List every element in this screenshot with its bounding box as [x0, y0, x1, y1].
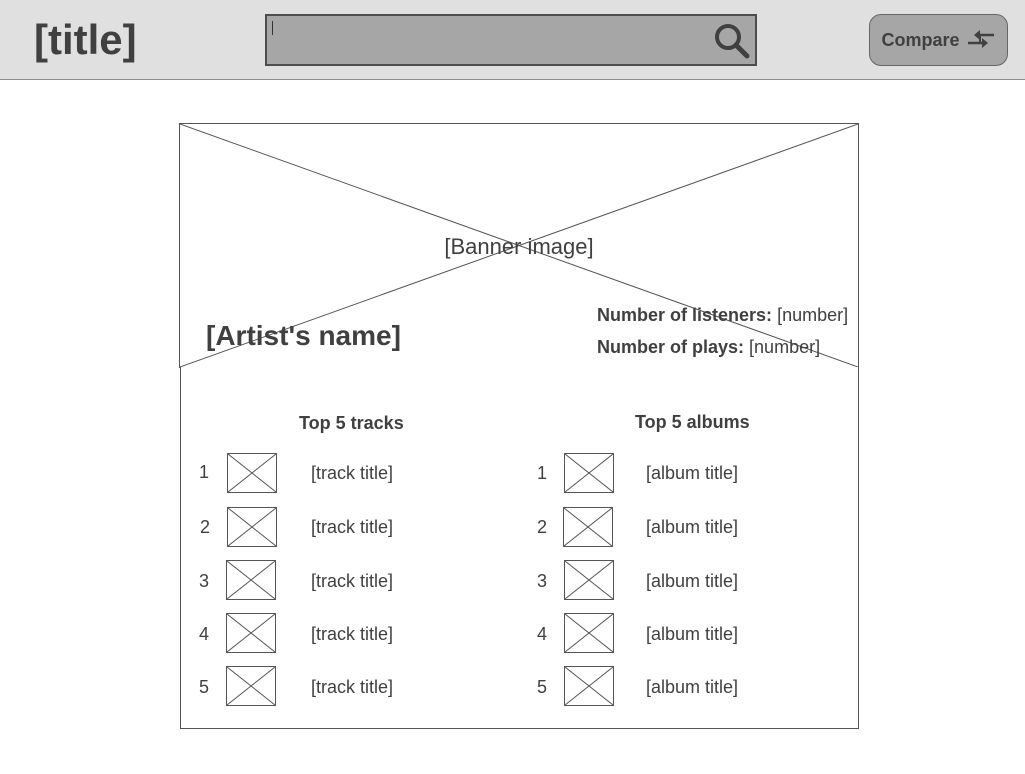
track-title[interactable]: [track title]	[311, 571, 393, 592]
track-thumbnail[interactable]	[227, 507, 277, 547]
image-placeholder-icon	[227, 561, 275, 599]
album-rank: 5	[537, 677, 548, 697]
album-thumbnail[interactable]	[563, 507, 613, 547]
image-placeholder-icon	[228, 454, 276, 492]
search-icon[interactable]	[713, 22, 751, 60]
track-thumbnail[interactable]	[226, 613, 276, 653]
image-placeholder-icon	[564, 508, 612, 546]
album-title[interactable]: [album title]	[646, 624, 738, 645]
compare-arrows-icon	[967, 30, 994, 48]
listeners-label: Number of listeners:	[597, 305, 773, 325]
album-rank: 1	[537, 463, 548, 483]
listeners-value: [number]	[777, 305, 849, 325]
listeners-stat: Number of listeners: [number]	[597, 305, 848, 326]
album-title[interactable]: [album title]	[646, 463, 738, 484]
image-placeholder-icon	[227, 614, 275, 652]
compare-button[interactable]: Compare	[869, 14, 1008, 66]
image-placeholder-icon	[565, 454, 613, 492]
header-bar: [title] Compare	[0, 0, 1025, 80]
top-tracks-title: Top 5 tracks	[299, 413, 404, 433]
track-title[interactable]: [track title]	[311, 463, 393, 484]
track-thumbnail[interactable]	[226, 666, 276, 706]
top-albums-title: Top 5 albums	[635, 412, 750, 432]
track-thumbnail[interactable]	[227, 453, 277, 493]
album-thumbnail[interactable]	[564, 666, 614, 706]
banner-image-label: [Banner image]	[444, 234, 594, 259]
image-placeholder-icon	[227, 667, 275, 705]
compare-label: Compare	[881, 29, 960, 50]
top-lists-panel: Top 5 tracks Top 5 albums 1 [track title…	[180, 367, 859, 729]
plays-stat: Number of plays: [number]	[597, 337, 820, 358]
album-thumbnail[interactable]	[564, 613, 614, 653]
text-cursor	[272, 21, 273, 35]
track-rank: 3	[199, 571, 210, 591]
track-title[interactable]: [track title]	[311, 677, 393, 698]
track-thumbnail[interactable]	[226, 560, 276, 600]
search-input[interactable]	[279, 24, 699, 56]
album-title[interactable]: [album title]	[646, 677, 738, 698]
image-placeholder-icon	[228, 508, 276, 546]
app-title: [title]	[34, 16, 137, 63]
plays-label: Number of plays:	[597, 337, 745, 357]
search-bar[interactable]	[265, 14, 757, 66]
album-rank: 4	[537, 624, 548, 644]
album-rank: 3	[537, 571, 548, 591]
album-rank: 2	[537, 517, 548, 537]
artist-banner: [Banner image] [Artist's name] Number of…	[179, 123, 859, 368]
track-rank: 4	[199, 624, 210, 644]
album-thumbnail[interactable]	[564, 453, 614, 493]
track-rank: 2	[200, 517, 211, 537]
track-rank: 5	[199, 677, 210, 697]
track-rank: 1	[199, 462, 210, 482]
plays-value: [number]	[749, 337, 821, 357]
album-thumbnail[interactable]	[564, 560, 614, 600]
album-title[interactable]: [album title]	[646, 517, 738, 538]
image-placeholder-icon	[565, 667, 613, 705]
album-title[interactable]: [album title]	[646, 571, 738, 592]
track-title[interactable]: [track title]	[311, 517, 393, 538]
image-placeholder-icon	[565, 614, 613, 652]
artist-name: [Artist's name]	[206, 320, 401, 351]
image-placeholder-icon	[565, 561, 613, 599]
track-title[interactable]: [track title]	[311, 624, 393, 645]
